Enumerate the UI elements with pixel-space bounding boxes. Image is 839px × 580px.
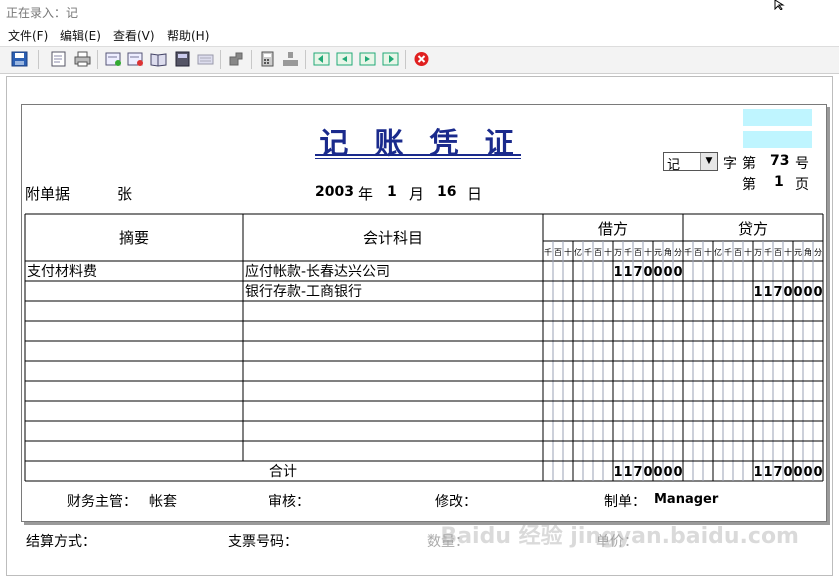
digit-unit-label: 千 — [684, 247, 692, 257]
total-credit-digit: 0 — [813, 465, 822, 480]
row-debit-digit: 7 — [633, 265, 642, 280]
digit-unit-label: 百 — [594, 248, 602, 257]
digit-unit-label: 千 — [584, 247, 592, 257]
row-credit-digit: 0 — [793, 285, 802, 300]
row-debit-digit: 1 — [613, 265, 622, 280]
digit-unit-label: 元 — [654, 248, 662, 257]
total-credit-digit: 0 — [783, 465, 792, 480]
row-credit-digit: 1 — [753, 285, 762, 300]
row-credit-digit: 0 — [813, 285, 822, 300]
digit-unit-label: 十 — [604, 247, 612, 257]
total-debit-digit: 1 — [613, 465, 622, 480]
row-debit-digit: 0 — [663, 265, 672, 280]
digit-unit-label: 角 — [804, 247, 812, 257]
row-debit-digit: 1 — [623, 265, 632, 280]
digit-unit-label: 十 — [644, 247, 652, 257]
total-credit-digit: 1 — [753, 465, 762, 480]
digit-unit-label: 亿 — [714, 247, 722, 257]
row-credit-digit: 1 — [763, 285, 772, 300]
total-debit-digit: 7 — [633, 465, 642, 480]
col-header-debit: 借方 — [598, 220, 628, 238]
digit-unit-label: 元 — [794, 248, 802, 257]
digit-unit-label: 十 — [704, 247, 712, 257]
digit-unit-label: 百 — [734, 248, 742, 257]
col-header-summary: 摘要 — [119, 229, 149, 247]
total-credit-digit: 0 — [803, 465, 812, 480]
preparer-value: Manager — [654, 492, 719, 507]
cheque-label: 支票号码： — [228, 534, 298, 550]
digit-unit-label: 角 — [664, 247, 672, 257]
total-debit-digit: 0 — [673, 465, 682, 480]
row-credit-digit: 7 — [773, 285, 782, 300]
total-debit-digit: 0 — [663, 465, 672, 480]
digit-unit-label: 分 — [814, 248, 822, 257]
watermark: Baidu 经验 jingyan.baidu.com — [440, 524, 799, 549]
digit-unit-label: 百 — [774, 248, 782, 257]
row-debit-digit: 0 — [643, 265, 652, 280]
modify-label: 修改： — [435, 494, 477, 510]
digit-unit-label: 千 — [724, 247, 732, 257]
row-debit-digit: 0 — [673, 265, 682, 280]
total-label: 合计 — [269, 464, 297, 480]
settlement-label: 结算方式： — [26, 534, 96, 550]
digit-unit-label: 千 — [624, 247, 632, 257]
finance-supervisor-label: 财务主管： — [67, 494, 137, 510]
total-credit-digit: 0 — [793, 465, 802, 480]
digit-unit-label: 百 — [554, 248, 562, 257]
row-summary: 支付材料费 — [27, 264, 97, 280]
total-credit-digit: 7 — [773, 465, 782, 480]
total-debit-digit: 0 — [643, 465, 652, 480]
preparer-label: 制单： — [604, 494, 646, 510]
total-debit-digit: 1 — [623, 465, 632, 480]
row-account: 银行存款-工商银行 — [245, 284, 362, 300]
digit-unit-label: 千 — [544, 247, 552, 257]
row-account: 应付帐款-长春达兴公司 — [245, 263, 390, 280]
digit-unit-label: 十 — [744, 247, 752, 257]
digit-unit-label: 千 — [764, 247, 772, 257]
digit-unit-label: 百 — [694, 248, 702, 257]
row-credit-digit: 0 — [783, 285, 792, 300]
digit-unit-label: 百 — [634, 248, 642, 257]
digit-unit-label: 分 — [674, 248, 682, 257]
digit-unit-label: 万 — [614, 248, 622, 257]
digit-unit-label: 亿 — [574, 247, 582, 257]
total-credit-digit: 1 — [763, 465, 772, 480]
col-header-account: 会计科目 — [363, 229, 423, 247]
digit-unit-label: 十 — [564, 247, 572, 257]
digit-unit-label: 十 — [784, 247, 792, 257]
row-debit-digit: 0 — [653, 265, 662, 280]
audit-label: 审核： — [268, 494, 310, 510]
col-header-credit: 贷方 — [738, 220, 768, 238]
finance-supervisor-value: 帐套 — [149, 494, 177, 510]
row-credit-digit: 0 — [803, 285, 812, 300]
digit-unit-label: 万 — [754, 248, 762, 257]
total-debit-digit: 0 — [653, 465, 662, 480]
